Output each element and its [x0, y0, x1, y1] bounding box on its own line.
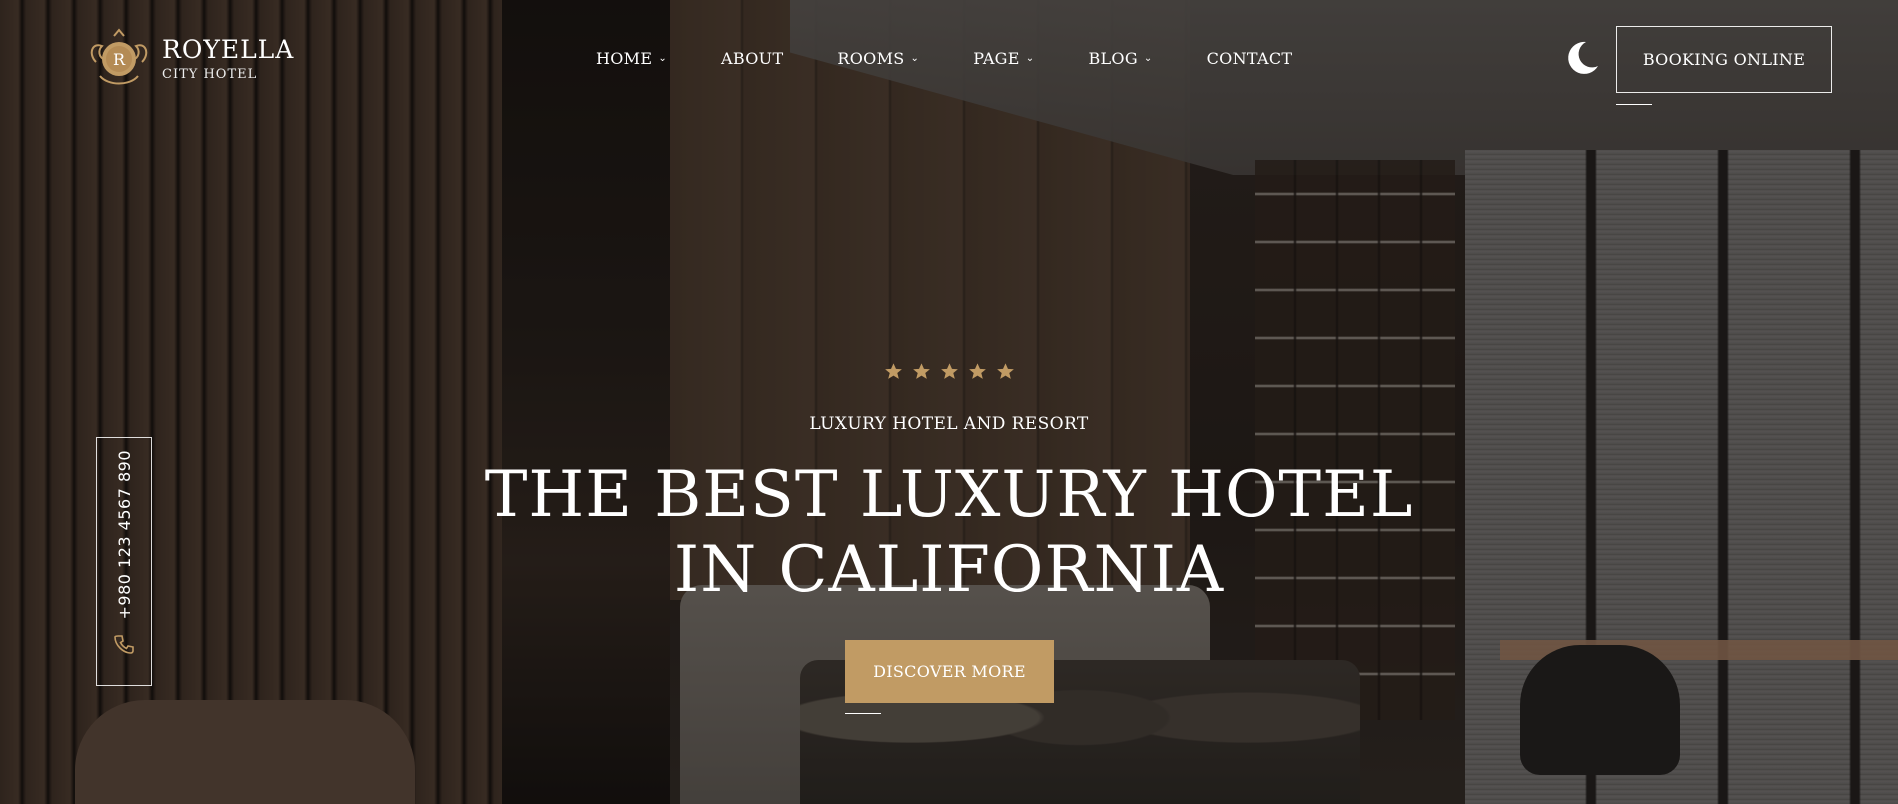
chevron-down-icon: ⌄: [1143, 53, 1153, 64]
nav-item-rooms[interactable]: ROOMS ⌄: [837, 49, 919, 68]
moon-icon[interactable]: [1562, 38, 1602, 78]
chevron-down-icon: ⌄: [1025, 53, 1035, 64]
side-phone-box[interactable]: +980 123 4567 890: [96, 437, 152, 686]
brand-name: ROYELLA: [162, 35, 295, 64]
nav-item-label: HOME: [596, 49, 653, 68]
booking-online-button[interactable]: BOOKING ONLINE: [1616, 26, 1832, 93]
nav-item-label: CONTACT: [1206, 49, 1293, 68]
phone-number: +980 123 4567 890: [114, 449, 134, 620]
chevron-down-icon: ⌄: [658, 53, 668, 64]
phone-icon: [113, 633, 135, 655]
brand-text: ROYELLA CITY HOTEL: [162, 37, 294, 81]
nav-item-contact[interactable]: CONTACT: [1207, 49, 1293, 68]
main-nav: HOME ⌄ ABOUT ROOMS ⌄ PAGE ⌄ BLOG ⌄ CONTA…: [596, 49, 1346, 68]
nav-item-label: BLOG: [1088, 49, 1138, 68]
nav-item-home[interactable]: HOME ⌄: [596, 49, 667, 68]
brand-logo[interactable]: R ROYELLA CITY HOTEL: [86, 28, 294, 90]
brand-subtitle: CITY HOTEL: [162, 67, 258, 82]
nav-item-label: ABOUT: [721, 49, 784, 68]
chevron-down-icon: ⌄: [910, 53, 920, 64]
nav-item-label: PAGE: [973, 49, 1020, 68]
logo-letter: R: [113, 50, 126, 69]
nav-item-page[interactable]: PAGE ⌄: [973, 49, 1034, 68]
nav-item-about[interactable]: ABOUT: [721, 49, 783, 68]
discover-more-button[interactable]: DISCOVER MORE: [845, 640, 1054, 703]
site-header: R ROYELLA CITY HOTEL HOME ⌄ ABOUT ROOMS …: [0, 0, 1898, 120]
nav-item-blog[interactable]: BLOG ⌄: [1088, 49, 1152, 68]
nav-item-label: ROOMS: [837, 49, 905, 68]
booking-underline: [1616, 104, 1652, 105]
crest-icon: R: [86, 28, 152, 90]
